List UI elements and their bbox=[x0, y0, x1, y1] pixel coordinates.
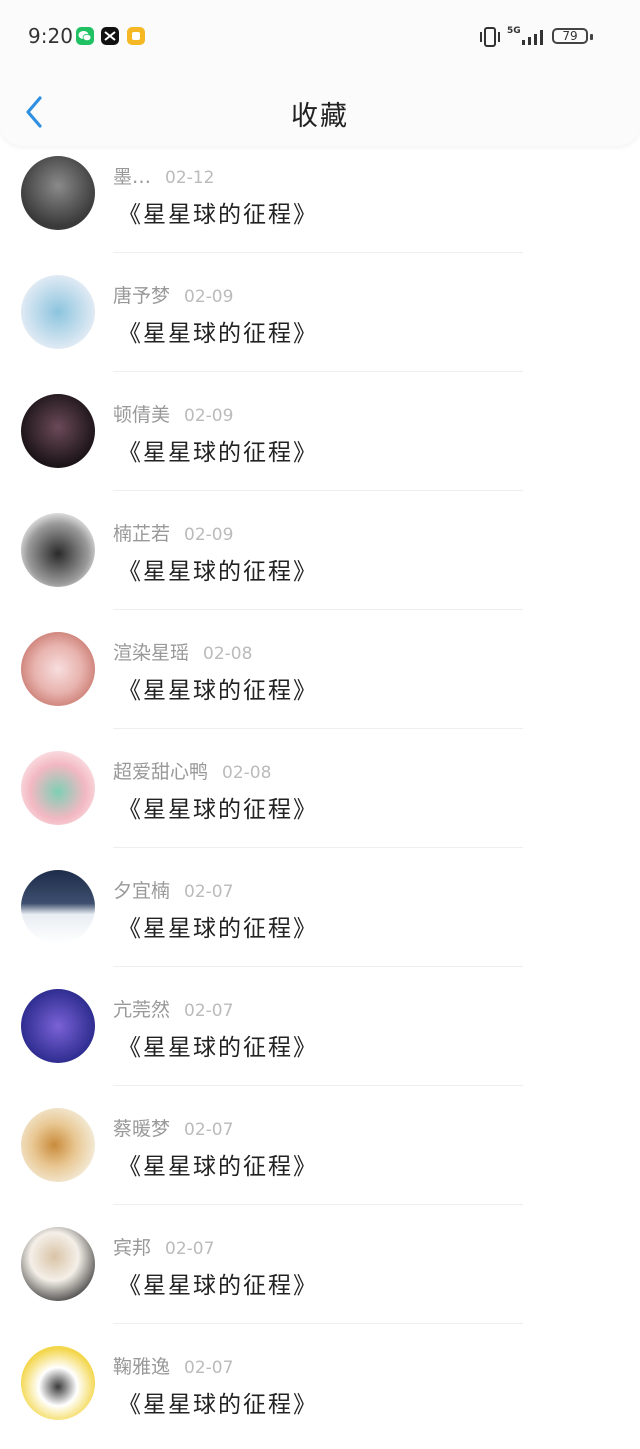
item-header: 墨… 02-12 bbox=[113, 162, 214, 189]
battery-tip bbox=[590, 34, 593, 40]
username[interactable]: 夕宜楠 bbox=[113, 880, 170, 902]
work-title[interactable]: 《星星球的征程》 bbox=[118, 314, 318, 348]
page-title: 收藏 bbox=[291, 101, 349, 132]
divider bbox=[113, 966, 523, 967]
list-item[interactable]: 墨… 02-12 《星星球的征程》 bbox=[0, 140, 640, 259]
system-indicators: 5G 79 bbox=[460, 24, 610, 50]
avatar[interactable] bbox=[21, 513, 95, 587]
item-header: 夕宜楠 02-07 bbox=[113, 876, 233, 903]
battery-icon: 79 bbox=[552, 28, 588, 44]
list-item[interactable]: 宾邦 02-07 《星星球的征程》 bbox=[0, 1211, 640, 1330]
list-item[interactable]: 夕宜楠 02-07 《星星球的征程》 bbox=[0, 854, 640, 973]
item-header: 楠芷若 02-09 bbox=[113, 519, 233, 546]
network-type-label: 5G bbox=[507, 26, 521, 36]
date: 02-08 bbox=[222, 763, 272, 783]
username[interactable]: 墨… bbox=[113, 166, 151, 188]
divider bbox=[113, 609, 523, 610]
avatar[interactable] bbox=[21, 275, 95, 349]
date: 02-07 bbox=[165, 1239, 215, 1259]
signal-icon bbox=[522, 30, 543, 45]
navigation-header: 收藏 bbox=[0, 76, 640, 146]
work-title[interactable]: 《星星球的征程》 bbox=[118, 1266, 318, 1300]
date: 02-12 bbox=[165, 168, 215, 188]
divider bbox=[113, 728, 523, 729]
status-time: 9:20 bbox=[28, 24, 73, 48]
capcut-icon bbox=[101, 27, 119, 45]
username[interactable]: 鞠雅逸 bbox=[113, 1356, 170, 1378]
date: 02-08 bbox=[203, 644, 253, 664]
date: 02-07 bbox=[184, 882, 234, 902]
divider bbox=[113, 252, 523, 253]
work-title[interactable]: 《星星球的征程》 bbox=[118, 552, 318, 586]
avatar[interactable] bbox=[21, 870, 95, 944]
date: 02-09 bbox=[184, 525, 234, 545]
divider bbox=[113, 371, 523, 372]
work-title[interactable]: 《星星球的征程》 bbox=[118, 433, 318, 467]
item-header: 亢莞然 02-07 bbox=[113, 995, 233, 1022]
date: 02-09 bbox=[184, 406, 234, 426]
notes-app-icon bbox=[127, 27, 145, 45]
date: 02-07 bbox=[184, 1001, 234, 1021]
item-header: 顿倩美 02-09 bbox=[113, 400, 233, 427]
avatar[interactable] bbox=[21, 751, 95, 825]
work-title[interactable]: 《星星球的征程》 bbox=[118, 790, 318, 824]
avatar[interactable] bbox=[21, 632, 95, 706]
avatar[interactable] bbox=[21, 394, 95, 468]
avatar[interactable] bbox=[21, 1346, 95, 1420]
work-title[interactable]: 《星星球的征程》 bbox=[118, 1147, 318, 1181]
item-header: 蔡暖梦 02-07 bbox=[113, 1114, 233, 1141]
list-item[interactable]: 亢莞然 02-07 《星星球的征程》 bbox=[0, 973, 640, 1092]
list-item[interactable]: 顿倩美 02-09 《星星球的征程》 bbox=[0, 378, 640, 497]
username[interactable]: 超爱甜心鸭 bbox=[113, 761, 208, 783]
vibrate-icon bbox=[480, 27, 500, 47]
divider bbox=[113, 847, 523, 848]
work-title[interactable]: 《星星球的征程》 bbox=[118, 1385, 318, 1419]
status-bar: 9:20 5G 79 bbox=[0, 0, 640, 76]
item-header: 超爱甜心鸭 02-08 bbox=[113, 757, 271, 784]
list-item[interactable]: 鞠雅逸 02-07 《星星球的征程》 bbox=[0, 1330, 640, 1449]
username[interactable]: 顿倩美 bbox=[113, 404, 170, 426]
date: 02-09 bbox=[184, 287, 234, 307]
work-title[interactable]: 《星星球的征程》 bbox=[118, 909, 318, 943]
item-header: 宾邦 02-07 bbox=[113, 1233, 214, 1260]
list-item[interactable]: 楠芷若 02-09 《星星球的征程》 bbox=[0, 497, 640, 616]
avatar[interactable] bbox=[21, 1227, 95, 1301]
item-header: 渲染星瑶 02-08 bbox=[113, 638, 252, 665]
list-item[interactable]: 唐予梦 02-09 《星星球的征程》 bbox=[0, 259, 640, 378]
list-item[interactable]: 渲染星瑶 02-08 《星星球的征程》 bbox=[0, 616, 640, 735]
work-title[interactable]: 《星星球的征程》 bbox=[118, 671, 318, 705]
divider bbox=[113, 490, 523, 491]
item-header: 唐予梦 02-09 bbox=[113, 281, 233, 308]
item-header: 鞠雅逸 02-07 bbox=[113, 1352, 233, 1379]
avatar[interactable] bbox=[21, 989, 95, 1063]
work-title[interactable]: 《星星球的征程》 bbox=[118, 195, 318, 229]
avatar[interactable] bbox=[21, 1108, 95, 1182]
work-title[interactable]: 《星星球的征程》 bbox=[118, 1028, 318, 1062]
list-item[interactable]: 超爱甜心鸭 02-08 《星星球的征程》 bbox=[0, 735, 640, 854]
date: 02-07 bbox=[184, 1358, 234, 1378]
wechat-icon bbox=[76, 27, 94, 45]
avatar[interactable] bbox=[21, 156, 95, 230]
divider bbox=[113, 1323, 523, 1324]
divider bbox=[113, 1204, 523, 1205]
username[interactable]: 蔡暖梦 bbox=[113, 1118, 170, 1140]
username[interactable]: 亢莞然 bbox=[113, 999, 170, 1021]
username[interactable]: 楠芷若 bbox=[113, 523, 170, 545]
list-item[interactable]: 蔡暖梦 02-07 《星星球的征程》 bbox=[0, 1092, 640, 1211]
date: 02-07 bbox=[184, 1120, 234, 1140]
divider bbox=[113, 1085, 523, 1086]
username[interactable]: 宾邦 bbox=[113, 1237, 151, 1259]
username[interactable]: 渲染星瑶 bbox=[113, 642, 189, 664]
username[interactable]: 唐予梦 bbox=[113, 285, 170, 307]
